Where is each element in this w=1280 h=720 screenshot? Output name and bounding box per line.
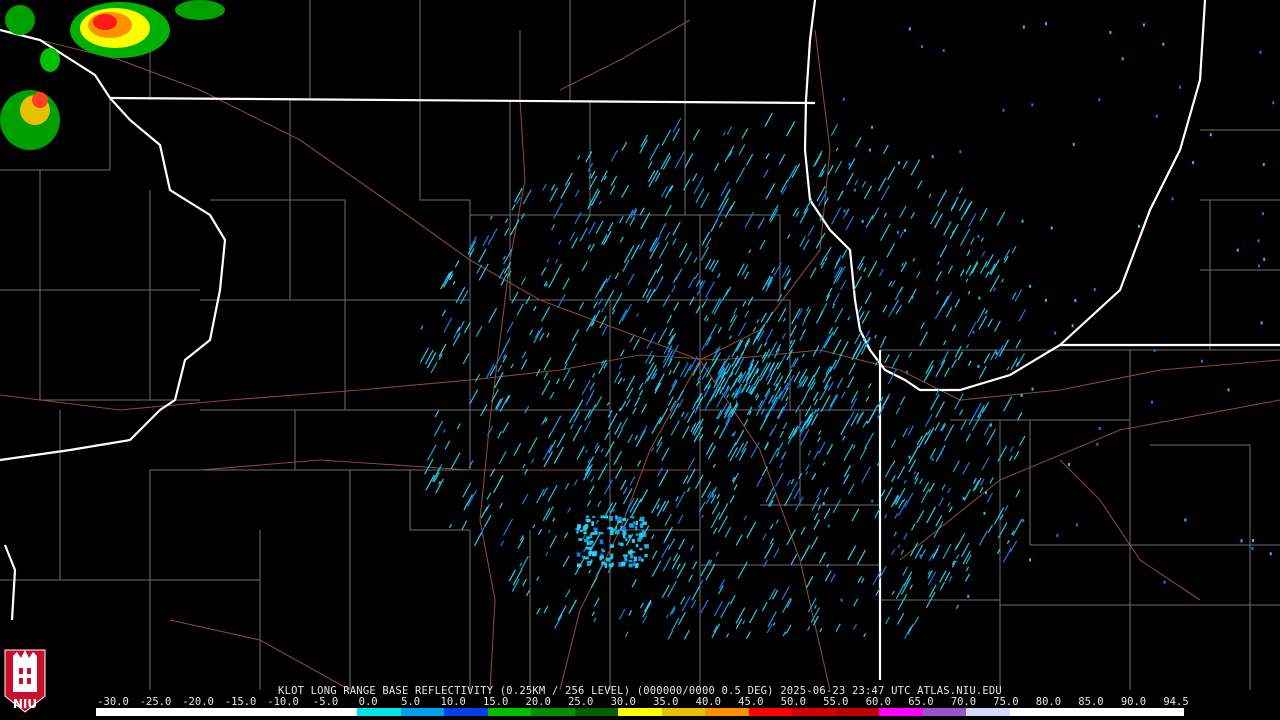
- scale-swatch: [661, 708, 706, 716]
- scale-label: 20.0: [525, 696, 551, 708]
- scale-label: 45.0: [738, 696, 764, 708]
- scale-label: -25.0: [139, 696, 172, 708]
- scale-label: -30.0: [97, 696, 129, 708]
- scale-swatch: [1009, 708, 1054, 716]
- scale-label: 5.0: [401, 696, 421, 708]
- scale-swatch: [1140, 708, 1184, 716]
- scale-label: 35.0: [653, 696, 679, 708]
- scale-swatch: [835, 708, 880, 716]
- scale-label: 25.0: [568, 696, 594, 708]
- scale-label: 85.0: [1078, 696, 1104, 708]
- scale-label: -5.0: [312, 696, 339, 708]
- scale-swatch: [226, 708, 271, 716]
- scale-swatch: [748, 708, 793, 716]
- scale-label: 30.0: [610, 696, 636, 708]
- scale-label: 10.0: [440, 696, 466, 708]
- scale-label: 65.0: [908, 696, 934, 708]
- scale-label: 55.0: [823, 696, 849, 708]
- scale-swatch: [618, 708, 662, 716]
- scale-swatch: [1053, 708, 1097, 716]
- scale-swatch: [705, 708, 749, 716]
- scale-swatch: [879, 708, 923, 716]
- niu-logo: NIU: [4, 649, 46, 713]
- scale-label: 90.0: [1120, 696, 1147, 708]
- scale-swatch: [444, 708, 488, 716]
- scale-label: 60.0: [865, 696, 892, 708]
- niu-logo-text: NIU: [13, 697, 37, 711]
- scale-label: 50.0: [780, 696, 806, 708]
- scale-swatch: [357, 708, 401, 716]
- scale-swatch: [183, 708, 227, 716]
- scale-swatch: [531, 708, 575, 716]
- scale-swatch: [96, 708, 140, 716]
- scale-label: -15.0: [224, 696, 257, 708]
- color-scale-labels: -30.0 -25.0 -20.0 -15.0 -10.0 -5.0 0.0 5.0 10.0 1…: [0, 697, 1280, 708]
- scale-label: 40.0: [695, 696, 721, 708]
- scale-label: 75.0: [993, 696, 1019, 708]
- scale-label: 70.0: [950, 696, 977, 708]
- scale-swatch: [400, 708, 445, 716]
- scale-swatch: [487, 708, 532, 716]
- scale-label: 94.5: [1163, 696, 1189, 708]
- scale-swatch: [1096, 708, 1141, 716]
- scale-swatch: [922, 708, 967, 716]
- scale-label: -20.0: [182, 696, 214, 708]
- scale-swatch: [792, 708, 836, 716]
- scale-label: 15.0: [483, 696, 509, 708]
- scale-swatch: [139, 708, 184, 716]
- scale-swatch: [966, 708, 1010, 716]
- scale-swatch: [574, 708, 619, 716]
- scale-swatch: [270, 708, 314, 716]
- radar-map: [0, 0, 1280, 720]
- scale-label: 80.0: [1035, 696, 1062, 708]
- scale-label: -10.0: [267, 696, 299, 708]
- color-scale-bar: [96, 708, 1184, 716]
- scale-label: 0.0: [358, 696, 378, 708]
- scale-swatch: [313, 708, 358, 716]
